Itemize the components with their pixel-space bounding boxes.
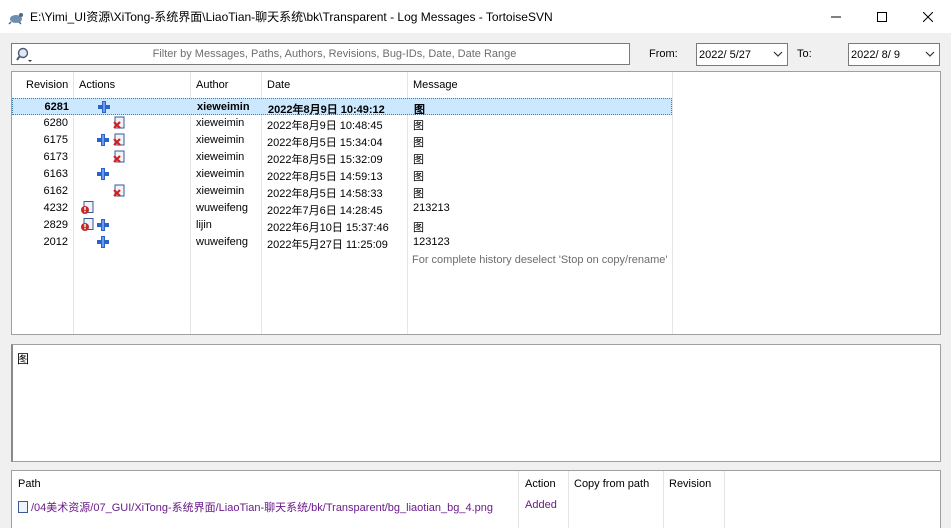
- revision-cell: 4232: [43, 202, 68, 214]
- log-row[interactable]: 4232 wuweifeng 2022年7月6日 14:28:45 213213: [12, 200, 672, 217]
- log-row[interactable]: 6175 xieweimin 2022年8月5日 15:34:04 图: [12, 132, 672, 149]
- tortoisesvn-icon: [8, 9, 24, 25]
- date-cell: 2022年8月5日 15:34:04: [267, 137, 383, 149]
- author-cell: xieweimin: [196, 117, 245, 129]
- log-row[interactable]: 2829 lijin 2022年6月10日 15:37:46 图: [12, 217, 672, 234]
- path-row[interactable]: /04美术资源/07_GUI/XiTong-系统界面/LiaoTian-聊天系统…: [18, 499, 493, 515]
- to-label: To:: [797, 48, 812, 60]
- author-cell: xieweimin: [196, 185, 245, 197]
- deleted-icon: [112, 133, 126, 147]
- message-cell: 123123: [413, 236, 450, 248]
- added-icon: [96, 235, 110, 249]
- column-header-actions[interactable]: Actions: [73, 72, 115, 98]
- to-date-value: 2022/ 8/ 9: [851, 49, 900, 61]
- added-icon: [96, 218, 110, 232]
- added-icon: [97, 100, 111, 114]
- column-header-date[interactable]: Date: [261, 72, 290, 98]
- added-icon: [96, 133, 110, 147]
- date-cell: 2022年6月10日 15:37:46: [267, 222, 389, 234]
- message-cell: 图: [413, 154, 424, 166]
- message-cell: 图: [413, 171, 424, 183]
- column-header-path[interactable]: Path: [18, 478, 41, 490]
- author-cell: wuweifeng: [196, 236, 248, 248]
- log-row[interactable]: 6163 xieweimin 2022年8月5日 14:59:13 图: [12, 166, 672, 183]
- added-icon: [96, 167, 110, 181]
- deleted-icon: [112, 116, 126, 130]
- date-cell: 2022年8月5日 14:59:13: [267, 171, 383, 183]
- window-title: E:\Yimi_UI资源\XiTong-系统界面\LiaoTian-聊天系统\b…: [30, 10, 553, 24]
- maximize-button[interactable]: [859, 0, 905, 33]
- author-cell: xieweimin: [196, 134, 245, 146]
- column-header-message[interactable]: Message: [407, 72, 458, 98]
- deleted-icon: [112, 150, 126, 164]
- log-row[interactable]: 6173 xieweimin 2022年8月5日 15:32:09 图: [12, 149, 672, 166]
- date-cell: 2022年8月5日 15:32:09: [267, 154, 383, 166]
- message-cell: 图: [413, 137, 424, 149]
- revision-cell: 6175: [43, 134, 68, 146]
- column-header-copy-from-path[interactable]: Copy from path: [574, 478, 649, 490]
- changed-paths-list[interactable]: Path Action Copy from path Revision /04美…: [11, 470, 941, 528]
- column-header-author[interactable]: Author: [190, 72, 228, 98]
- message-text: 图: [17, 352, 30, 366]
- filter-placeholder: Filter by Messages, Paths, Authors, Revi…: [152, 48, 517, 60]
- from-date-value: 2022/ 5/27: [699, 49, 751, 61]
- column-header-revision[interactable]: Revision: [669, 478, 711, 490]
- message-cell: 图: [413, 222, 424, 234]
- date-cell: 2022年7月6日 14:28:45: [267, 205, 383, 217]
- date-cell: 2022年8月9日 10:48:45: [267, 120, 383, 132]
- history-note: For complete history deselect 'Stop on c…: [412, 254, 668, 266]
- chevron-down-icon[interactable]: [773, 47, 783, 64]
- log-row[interactable]: 2012 wuweifeng 2022年5月27日 11:25:09 123123: [12, 234, 672, 251]
- close-icon: [923, 11, 933, 22]
- minimize-button[interactable]: [813, 0, 859, 33]
- minimize-icon: [831, 16, 841, 17]
- log-row[interactable]: 6162 xieweimin 2022年8月5日 14:58:33 图: [12, 183, 672, 200]
- chevron-down-icon[interactable]: [925, 47, 935, 64]
- file-icon: [18, 501, 28, 513]
- path-action-value: Added: [525, 499, 557, 511]
- date-cell: 2022年5月27日 11:25:09: [267, 239, 388, 251]
- modified-icon: [80, 218, 94, 232]
- maximize-icon: [877, 11, 887, 22]
- author-cell: xieweimin: [197, 101, 250, 113]
- date-cell: 2022年8月5日 14:58:33: [267, 188, 383, 200]
- column-header-action[interactable]: Action: [525, 478, 556, 490]
- message-cell: 图: [413, 120, 424, 132]
- title-bar: E:\Yimi_UI资源\XiTong-系统界面\LiaoTian-聊天系统\b…: [0, 0, 951, 33]
- from-label: From:: [649, 48, 678, 60]
- revision-cell: 6173: [43, 151, 68, 163]
- revision-cell: 2829: [43, 219, 68, 231]
- filter-input[interactable]: Filter by Messages, Paths, Authors, Revi…: [11, 43, 630, 65]
- author-cell: xieweimin: [196, 168, 245, 180]
- deleted-icon: [112, 184, 126, 198]
- author-cell: wuweifeng: [196, 202, 248, 214]
- path-value: /04美术资源/07_GUI/XiTong-系统界面/LiaoTian-聊天系统…: [31, 502, 494, 514]
- author-cell: lijin: [196, 219, 212, 231]
- log-row[interactable]: 6281 xieweimin 2022年8月9日 10:49:12 图: [12, 98, 672, 116]
- from-date-picker[interactable]: 2022/ 5/27: [696, 43, 788, 66]
- log-row[interactable]: 6280 xieweimin 2022年8月9日 10:48:45 图: [12, 115, 672, 132]
- revision-cell: 6281: [44, 101, 69, 113]
- log-list[interactable]: Revision Actions Author Date Message 628…: [11, 71, 941, 335]
- revision-cell: 6163: [43, 168, 68, 180]
- author-cell: xieweimin: [196, 151, 245, 163]
- to-date-picker[interactable]: 2022/ 8/ 9: [848, 43, 940, 66]
- message-pane[interactable]: 图: [11, 344, 941, 462]
- revision-cell: 2012: [43, 236, 68, 248]
- revision-cell: 6280: [43, 117, 68, 129]
- message-cell: 图: [413, 188, 424, 200]
- message-cell: 213213: [413, 202, 450, 214]
- revision-cell: 6162: [43, 185, 68, 197]
- filter-bar: Filter by Messages, Paths, Authors, Revi…: [0, 33, 951, 72]
- modified-icon: [80, 201, 94, 215]
- close-button[interactable]: [905, 0, 951, 33]
- column-header-revision[interactable]: Revision: [20, 72, 68, 98]
